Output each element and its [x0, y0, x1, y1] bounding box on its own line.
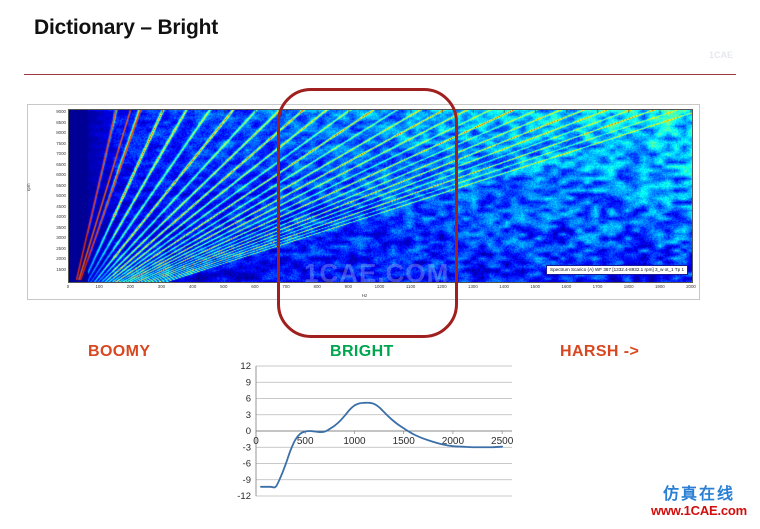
title-divider: [24, 74, 736, 75]
spectrogram-x-tick: 700: [282, 284, 290, 289]
spectrogram-x-tick: 200: [126, 284, 134, 289]
watermark-chinese-text: 仿真在线: [662, 484, 735, 503]
watermark-url: www.1CAE.com: [650, 503, 748, 518]
spectrogram-y-tick: 7500: [56, 140, 66, 146]
chart-y-tick-label: 3: [246, 410, 251, 421]
chart-x-tick-label: 1000: [343, 436, 366, 447]
spectrogram-x-tick: 2000: [686, 284, 696, 289]
chart-y-tick-label: 9: [246, 377, 251, 388]
spectrogram-image: [69, 110, 692, 282]
spectrogram-x-tick: 400: [188, 284, 197, 289]
spectrogram-y-axis: 9000 8500 8000 7500 7000 6500 6000 5500 5000 4500…: [36, 105, 66, 283]
spectrogram-x-tick: 100: [95, 284, 103, 289]
spectrogram-y-axis-title: rpm: [26, 183, 31, 191]
chart-x-tick-label: 500: [297, 436, 314, 447]
spectrogram-x-tick: 300: [157, 284, 166, 289]
chart-x-tick-label: 2500: [491, 436, 514, 447]
spectrogram-y-tick: 8500: [56, 119, 66, 125]
spectrogram-x-tick: 900: [344, 284, 353, 289]
spectrogram-y-tick: 2000: [56, 256, 66, 262]
spectrogram-x-tick: 1300: [468, 284, 478, 289]
spectrogram-plot-area: 1CAE.COM Spectrum Scarico (A) WF 387 [13…: [68, 109, 693, 283]
spectrogram-x-axis-title: Hz: [361, 293, 368, 298]
spectrogram-x-tick: 1500: [530, 284, 541, 289]
spectrogram-y-tick: 5000: [56, 193, 66, 199]
bright-weighting-chart: 12 9 6 3 0 -3 -6 -9 -12 0 500 1000 1500 2000 2500: [228, 358, 518, 518]
spectrogram-y-tick: 9000: [56, 109, 66, 114]
chart-y-tick-label: 12: [240, 361, 251, 372]
spectrogram-x-tick: 1900: [654, 284, 665, 289]
spectrogram-y-tick: 7000: [56, 151, 66, 157]
spectrogram-y-tick: 3500: [56, 224, 66, 230]
spectrogram-y-tick: 6500: [56, 161, 66, 167]
spectrogram-x-tick: 800: [313, 284, 321, 289]
spectrogram-y-tick: 1500: [56, 267, 66, 272]
spectrogram-y-tick: 4500: [56, 203, 66, 209]
spectrogram-x-tick: 600: [251, 284, 259, 289]
spectrogram-y-tick: 8000: [56, 130, 66, 136]
chart-y-tick-label: 6: [246, 394, 251, 405]
watermark-top-right: 1CAE: [708, 50, 733, 60]
spectrogram-x-tick: 1100: [405, 284, 416, 289]
spectrogram-x-tick: 1600: [561, 284, 572, 289]
spectrogram-x-tick: 1400: [499, 284, 509, 289]
watermark-bottom-right: 仿真在线 www.1CAE.com: [640, 484, 758, 518]
spectrogram-y-tick: 6000: [56, 172, 66, 178]
spectrogram-y-tick: 3000: [56, 235, 66, 241]
spectrogram-x-tick: 1800: [623, 284, 634, 289]
chart-y-tick-label: -12: [237, 491, 251, 502]
spectrogram-x-tick: 0: [66, 284, 70, 289]
chart-y-tick-label: -3: [243, 442, 251, 453]
chart-x-tick-label: 1500: [393, 436, 416, 447]
page-title: Dictionary – Bright: [34, 16, 219, 39]
spectrogram-y-tick: 5500: [56, 182, 66, 188]
bright-weighting-chart-svg: 129630-3-6-9-120 500 1000 1500 2000 2500: [237, 361, 514, 502]
spectrogram-x-tick: 1200: [436, 284, 447, 289]
chart-y-tick-label: -9: [243, 475, 251, 486]
spectrogram-x-tick: 1000: [374, 284, 385, 289]
category-label-boomy: BOOMY: [88, 343, 151, 360]
category-label-harsh: HARSH ->: [560, 343, 640, 360]
spectrogram-legend-label: Spectrum Scarico (A) WF 387 [1332.4-8932…: [546, 265, 688, 275]
chart-y-tick-label: 0: [246, 426, 251, 437]
spectrogram-x-tick: 500: [220, 284, 228, 289]
chart-x-tick-label: 0: [253, 436, 259, 447]
spectrogram-figure: 9000 8500 8000 7500 7000 6500 6000 5500 5000 4500…: [26, 104, 700, 300]
spectrogram-y-tick: 2500: [56, 245, 66, 251]
chart-y-tick-label: -6: [243, 459, 251, 470]
spectrogram-y-tick: 4000: [56, 214, 66, 220]
spectrogram-x-tick: 1700: [592, 284, 603, 289]
